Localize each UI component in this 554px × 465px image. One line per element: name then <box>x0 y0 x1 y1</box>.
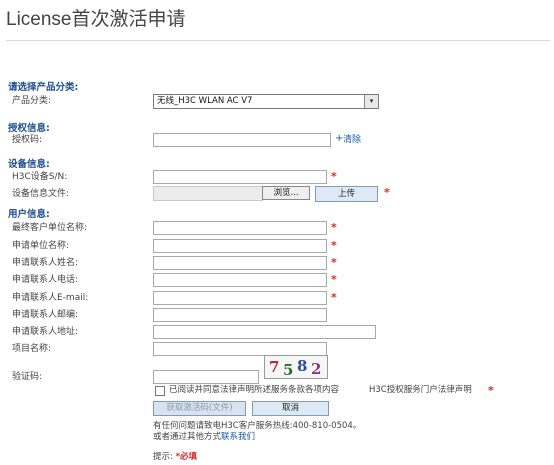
contact-address-input[interactable] <box>153 325 376 339</box>
captcha-label: 验证码: <box>12 372 43 382</box>
required-mark: * <box>488 384 494 397</box>
chevron-down-icon[interactable]: ▾ <box>364 95 378 108</box>
section-user: 用户信息: <box>8 209 50 220</box>
device-file-path[interactable] <box>153 186 263 201</box>
license-code-label: 授权码: <box>12 135 43 145</box>
cancel-button[interactable]: 取消 <box>252 401 329 416</box>
product-category-value: 无线_H3C WLAN AC V7 <box>157 96 253 106</box>
title-divider <box>6 40 550 41</box>
required-mark: * <box>331 239 337 252</box>
contact-email-input[interactable] <box>153 291 327 305</box>
required-mark: * <box>331 256 337 269</box>
project-name-input[interactable] <box>153 342 327 356</box>
contact-name-input[interactable] <box>153 256 327 270</box>
contact-other-prefix: 或者通过其他方式 <box>153 432 222 442</box>
required-hint: *必填 <box>175 452 198 462</box>
agreement-checkbox[interactable] <box>155 386 165 396</box>
contact-phone-label: 申请联系人电话: <box>12 275 79 285</box>
applicant-org-label: 申请单位名称: <box>12 241 70 251</box>
contact-phone-input[interactable] <box>153 273 327 287</box>
project-name-label: 项目名称: <box>12 344 52 354</box>
get-activation-code-button[interactable]: 获取激活码(文件) <box>153 401 246 416</box>
contact-us-link[interactable]: 联系我们 <box>221 432 255 442</box>
device-sn-label: H3C设备S/N: <box>12 172 68 182</box>
hint-row: 提示: *必填 <box>153 452 197 463</box>
device-file-label: 设备信息文件: <box>12 189 70 199</box>
captcha-digit: 7 <box>269 358 280 376</box>
section-license: 授权信息: <box>8 123 50 134</box>
section-device: 设备信息: <box>8 159 50 170</box>
captcha-image[interactable]: 7 5 8 2 <box>264 355 328 379</box>
applicant-org-input[interactable] <box>153 239 327 253</box>
browse-button[interactable]: 浏览... <box>262 186 310 200</box>
captcha-digit: 2 <box>311 360 322 378</box>
contact-postcode-input[interactable] <box>153 308 327 322</box>
product-category-label: 产品分类: <box>12 96 52 106</box>
product-category-select[interactable]: 无线_H3C WLAN AC V7 ▾ <box>153 94 379 109</box>
contact-email-label: 申请联系人E-mail: <box>12 293 89 303</box>
license-code-input[interactable] <box>153 133 331 147</box>
end-customer-label: 最终客户单位名称: <box>12 223 88 233</box>
captcha-digit: 5 <box>283 361 294 379</box>
required-mark: * <box>331 221 337 234</box>
upload-button[interactable]: 上传 <box>315 186 378 202</box>
agreement-text: 已阅读并同意法律声明所述服务条款各项内容 <box>169 385 340 395</box>
captcha-input[interactable] <box>153 370 259 384</box>
required-mark: * <box>331 170 337 183</box>
device-sn-input[interactable] <box>153 170 327 184</box>
required-mark: * <box>384 186 390 199</box>
support-hotline-text: 有任何问题请致电H3C客户服务热线:400-810-0504。 <box>153 421 362 431</box>
captcha-digit: 8 <box>297 357 308 375</box>
contact-other-text: 或者通过其他方式联系我们 <box>153 432 255 443</box>
section-product: 请选择产品分类: <box>8 82 79 93</box>
contact-name-label: 申请联系人姓名: <box>12 258 79 268</box>
clear-link[interactable]: 清除 <box>343 134 361 146</box>
required-mark: * <box>331 291 337 304</box>
end-customer-input[interactable] <box>153 221 327 235</box>
required-mark: * <box>331 273 337 286</box>
contact-address-label: 申请联系人地址: <box>12 327 79 337</box>
contact-postcode-label: 申请联系人邮编: <box>12 310 79 320</box>
page-title: License首次激活申请 <box>6 9 186 30</box>
legal-statement-link[interactable]: H3C授权服务门户法律声明 <box>369 385 472 396</box>
hint-label: 提示: <box>153 452 173 462</box>
